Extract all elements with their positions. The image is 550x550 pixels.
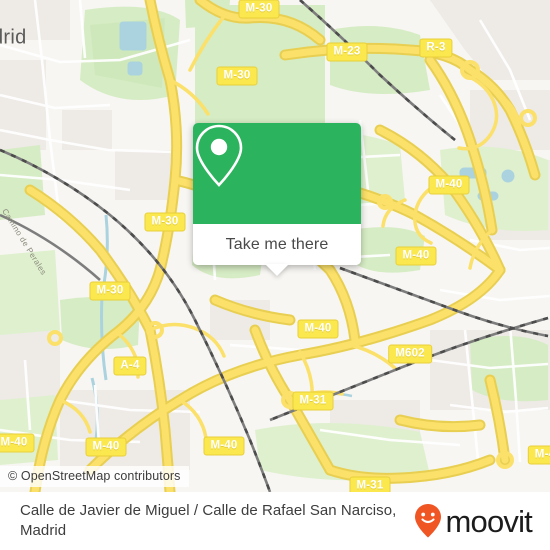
road-shield-m23[interactable]: M-23 [326, 42, 368, 62]
road-shield-m30-west[interactable]: M-30 [144, 212, 186, 232]
map-pin-icon [195, 124, 243, 187]
road-shield-m40-center[interactable]: M-40 [297, 319, 339, 339]
road-shield-m4-edge[interactable]: M-4 [527, 445, 550, 465]
road-shield-m602[interactable]: M602 [388, 344, 432, 364]
road-shield-m40-mid[interactable]: M-40 [395, 246, 437, 266]
road-shield-m30-upper[interactable]: M-30 [216, 66, 258, 86]
popup-pin-area [193, 123, 361, 224]
location-popup-card[interactable]: Take me there [193, 123, 361, 276]
road-shield-m31-south[interactable]: M-31 [349, 476, 391, 492]
osm-attribution[interactable]: © OpenStreetMap contributors [0, 466, 189, 487]
map-screenshot-root: drid Camino de Perales M-30 M-23 R-3 M-3… [0, 0, 550, 550]
road-shield-m40-southeast[interactable]: M-40 [203, 436, 245, 456]
place-label-madrid: drid [0, 26, 27, 49]
road-shield-m40-east[interactable]: M-40 [428, 175, 470, 195]
location-title: Calle de Javier de Miguel / Calle de Raf… [20, 502, 397, 539]
popup-action-area[interactable]: Take me there [193, 224, 361, 276]
road-shield-m31-center[interactable]: M-31 [292, 391, 334, 411]
road-shield-m40-south[interactable]: M-40 [85, 437, 127, 457]
road-shield-m40-southwest[interactable]: M-40 [0, 433, 35, 453]
road-shield-r3[interactable]: R-3 [419, 38, 453, 58]
road-shield-m30-lower[interactable]: M-30 [89, 281, 131, 301]
footer-bar: Calle de Javier de Miguel / Calle de Raf… [0, 492, 550, 550]
moovit-logo[interactable]: moovit [413, 503, 550, 539]
road-shield-m30-north[interactable]: M-30 [238, 0, 280, 19]
map-canvas[interactable]: drid Camino de Perales M-30 M-23 R-3 M-3… [0, 0, 550, 492]
take-me-there-button[interactable]: Take me there [226, 236, 329, 254]
moovit-pin-smiley-icon [415, 504, 442, 538]
moovit-wordmark: moovit [445, 503, 532, 539]
popup-tail-pointer [265, 264, 289, 276]
road-shield-a4[interactable]: A-4 [113, 356, 147, 376]
